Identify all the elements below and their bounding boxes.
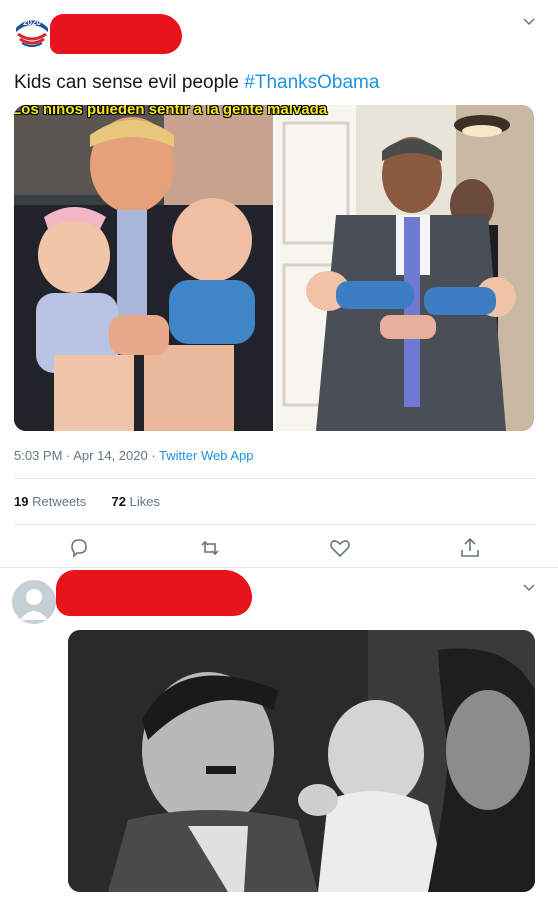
photo-left[interactable]	[14, 105, 273, 431]
retweets-count: 19	[14, 494, 29, 509]
tweet-date[interactable]: Apr 14, 2020	[73, 448, 147, 463]
likes-count: 72	[111, 494, 127, 509]
meta-separator-2: ·	[147, 448, 160, 463]
default-profile-icon[interactable]	[12, 580, 56, 624]
tweet-time[interactable]: 5:03 PM	[14, 448, 62, 463]
likes-label: Likes	[129, 494, 160, 509]
image-caption: Los niños puieden sentir a la gente malv…	[14, 105, 328, 118]
share-icon[interactable]	[457, 535, 483, 561]
tweet-photo[interactable]	[68, 630, 535, 892]
reply-icon[interactable]	[66, 535, 92, 561]
divider	[14, 478, 536, 479]
chevron-down-icon[interactable]	[522, 14, 536, 28]
retweet-icon[interactable]	[197, 535, 223, 561]
divider	[14, 524, 536, 525]
avatar-logo-text: 2020	[23, 18, 41, 27]
action-bar	[0, 535, 558, 561]
tweet-card	[0, 568, 558, 904]
source-app-link[interactable]: Twitter Web App	[159, 448, 253, 463]
tweet-meta: 5:03 PM · Apr 14, 2020 · Twitter Web App	[14, 448, 253, 463]
retweets-label: Retweets	[32, 494, 87, 509]
likes-stat[interactable]: 72 Likes	[112, 494, 160, 509]
redacted-username	[56, 570, 252, 616]
tweet-card: 2020 Kids can sense evil people #ThanksO…	[0, 0, 558, 568]
retweets-stat[interactable]: 19 Retweets	[14, 494, 86, 509]
tweet-body: Kids can sense evil people	[14, 72, 245, 93]
logo-avatar-icon[interactable]: 2020	[12, 10, 52, 50]
chevron-down-icon[interactable]	[522, 580, 536, 594]
photo-right[interactable]	[276, 105, 534, 431]
redacted-username	[50, 14, 182, 54]
tweet-text: Kids can sense evil people #ThanksObama	[14, 72, 379, 94]
hashtag-link[interactable]: #ThanksObama	[244, 72, 379, 93]
like-icon[interactable]	[327, 535, 353, 561]
tweet-stats: 19 Retweets 72 Likes	[14, 494, 160, 509]
meta-separator: ·	[62, 448, 74, 463]
tweet-media[interactable]: Los niños puieden sentir a la gente malv…	[14, 105, 534, 431]
